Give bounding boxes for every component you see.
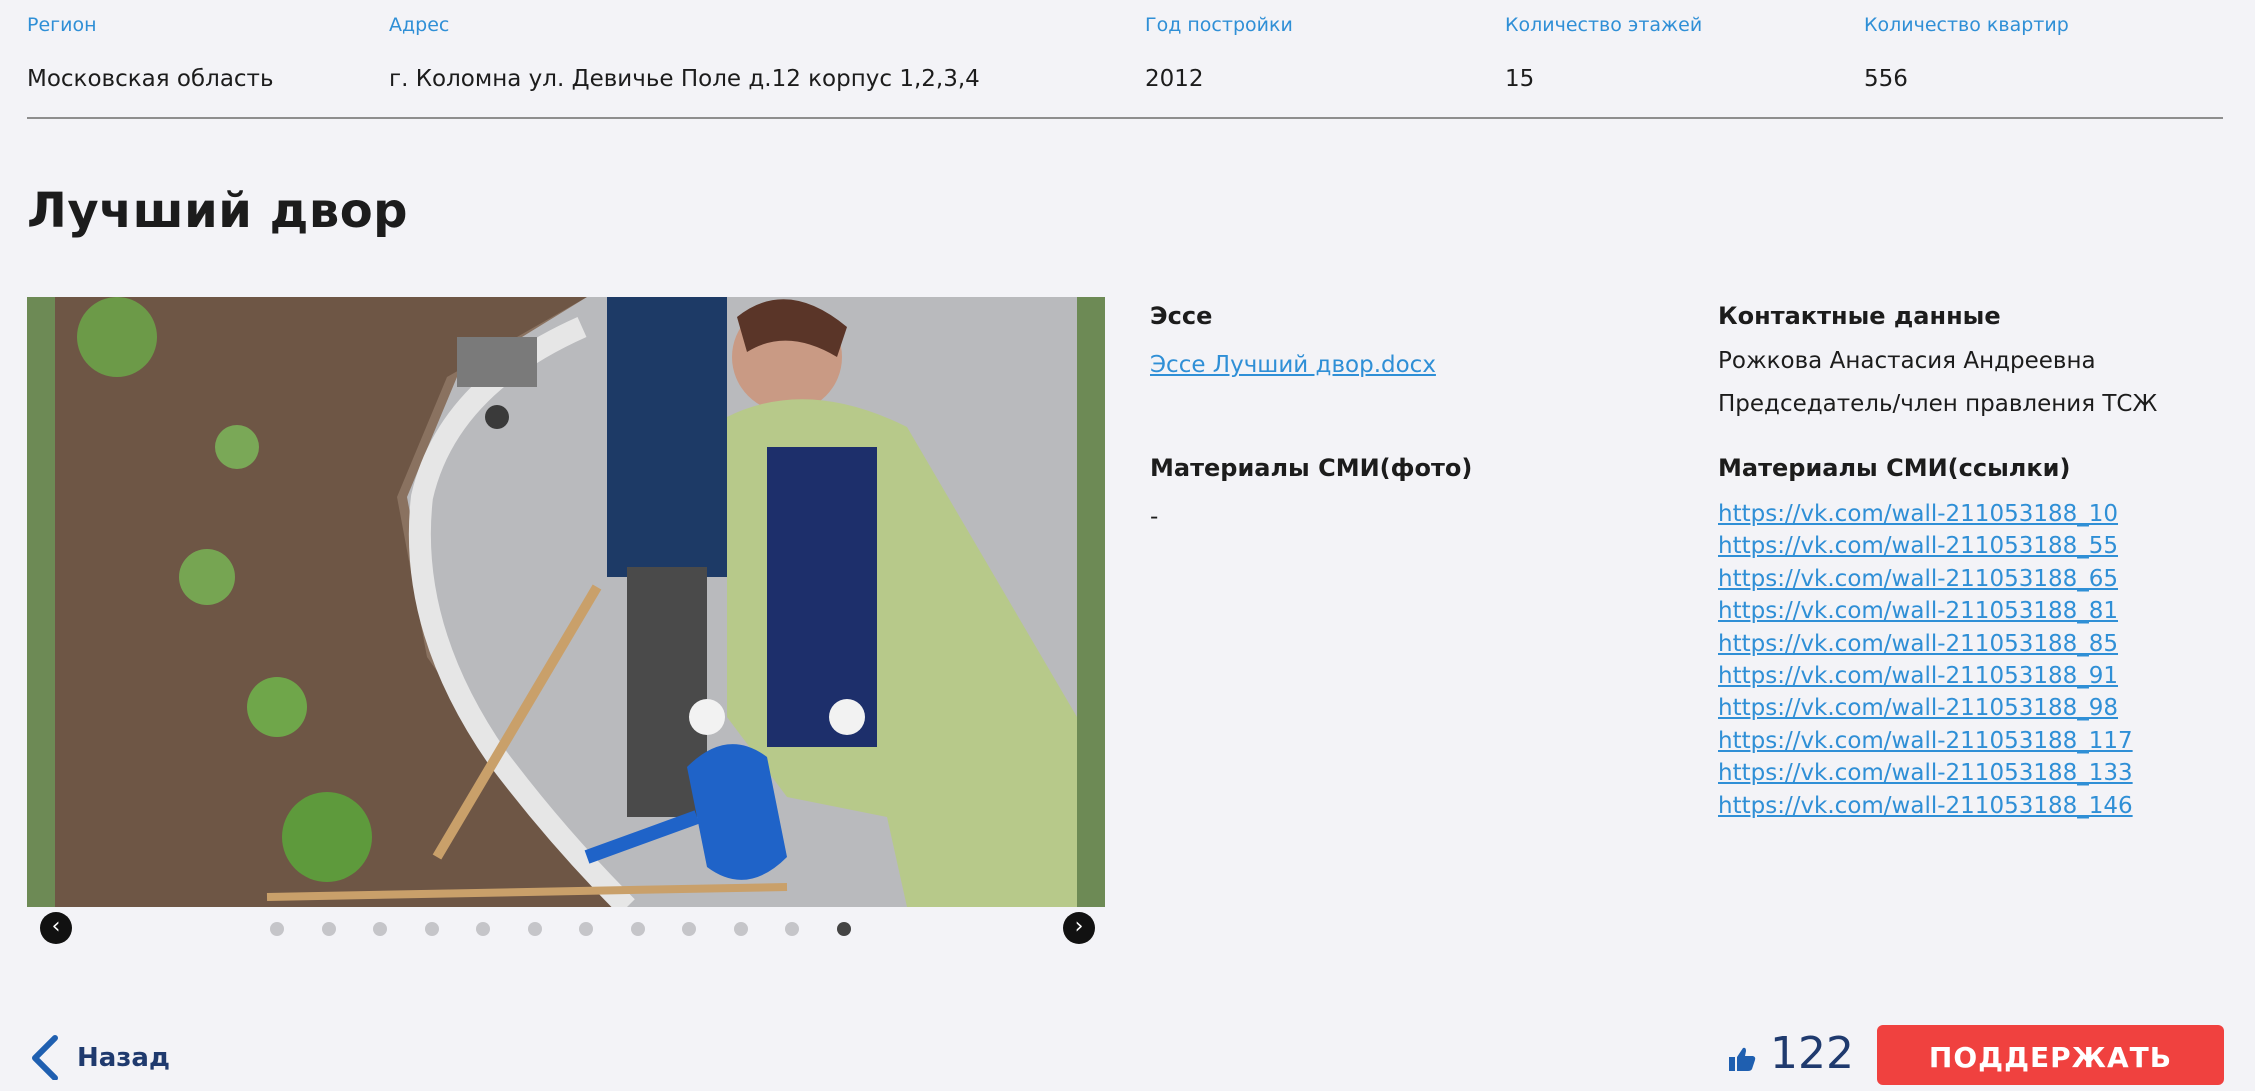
- media-link[interactable]: https://vk.com/wall-211053188_10: [1718, 498, 2133, 530]
- slider-dot[interactable]: [321, 922, 336, 936]
- slider-dot[interactable]: [836, 922, 851, 936]
- essay-document-link[interactable]: Эссе Лучший двор.docx: [1150, 352, 1436, 378]
- thumbs-up-icon: [1728, 1046, 1756, 1076]
- media-link[interactable]: https://vk.com/wall-211053188_85: [1718, 628, 2133, 660]
- slider-dot[interactable]: [630, 922, 645, 936]
- region-column: Регион Московская область: [27, 14, 274, 92]
- apartments-label: Количество квартир: [1864, 14, 2069, 36]
- apartments-value: 556: [1864, 66, 1908, 92]
- media-link[interactable]: https://vk.com/wall-211053188_91: [1718, 660, 2133, 692]
- slider-dot[interactable]: [733, 922, 748, 936]
- apartments-column: Количество квартир 556: [1864, 14, 2069, 92]
- floors-label: Количество этажей: [1505, 14, 1703, 36]
- address-label: Адрес: [389, 14, 450, 36]
- region-label: Регион: [27, 14, 97, 36]
- essay-block: Эссе Эссе Лучший двор.docx: [1150, 302, 1436, 378]
- likes-count: 122: [1770, 1028, 1854, 1079]
- contacts-block: Контактные данные Рожкова Анастасия Андр…: [1718, 302, 2157, 426]
- contacts-title: Контактные данные: [1718, 302, 2001, 330]
- media-link[interactable]: https://vk.com/wall-211053188_117: [1718, 725, 2133, 757]
- contact-name: Рожкова Анастасия Андреевна: [1718, 348, 2096, 374]
- chevron-left-icon[interactable]: ‹: [40, 912, 72, 944]
- floors-column: Количество этажей 15: [1505, 14, 1702, 92]
- page-title: Лучший двор: [27, 183, 409, 239]
- media-link[interactable]: https://vk.com/wall-211053188_133: [1718, 757, 2133, 789]
- slider-dot[interactable]: [527, 922, 542, 936]
- back-label: Назад: [77, 1043, 170, 1073]
- slider-photo: [27, 297, 1105, 907]
- address-column: Адрес г. Коломна ул. Девичье Поле д.12 к…: [389, 14, 980, 92]
- year-value: 2012: [1145, 66, 1204, 92]
- media-photo-block: Материалы СМИ(фото) -: [1150, 454, 1472, 530]
- photo-slider[interactable]: [27, 297, 1105, 907]
- media-link[interactable]: https://vk.com/wall-211053188_55: [1718, 530, 2133, 562]
- slider-dot[interactable]: [682, 922, 696, 936]
- address-value: г. Коломна ул. Девичье Поле д.12 корпус …: [389, 66, 980, 92]
- year-label: Год постройки: [1145, 14, 1293, 36]
- media-link[interactable]: https://vk.com/wall-211053188_81: [1718, 595, 2133, 627]
- slider-dot[interactable]: [270, 922, 284, 936]
- slider-dot[interactable]: [373, 922, 387, 936]
- slider-dot[interactable]: [579, 922, 593, 936]
- media-links-list: https://vk.com/wall-211053188_10 https:/…: [1718, 498, 2133, 822]
- slider-dot[interactable]: [424, 922, 439, 936]
- media-links-block: Материалы СМИ(ссылки) https://vk.com/wal…: [1718, 454, 2133, 822]
- support-button[interactable]: ПОДДЕРЖАТЬ: [1877, 1025, 2224, 1085]
- media-link[interactable]: https://vk.com/wall-211053188_65: [1718, 563, 2133, 595]
- media-link[interactable]: https://vk.com/wall-211053188_146: [1718, 790, 2133, 822]
- house-info-row: Регион Московская область Адрес г. Колом…: [0, 0, 2255, 100]
- year-column: Год постройки 2012: [1145, 14, 1293, 92]
- media-link[interactable]: https://vk.com/wall-211053188_98: [1718, 692, 2133, 724]
- chevron-right-icon[interactable]: ›: [1063, 912, 1095, 944]
- slider-dot[interactable]: [476, 922, 490, 936]
- chevron-left-icon: [27, 1035, 63, 1084]
- media-links-title: Материалы СМИ(ссылки): [1718, 454, 2071, 482]
- media-photo-title: Материалы СМИ(фото): [1150, 454, 1473, 482]
- slider-dot[interactable]: [785, 922, 799, 936]
- media-photo-empty-value: -: [1150, 504, 1159, 530]
- essay-title: Эссе: [1150, 302, 1213, 330]
- slider-controls: ‹ ›: [27, 912, 1105, 946]
- region-value: Московская область: [27, 66, 274, 92]
- header-divider: [27, 117, 2223, 119]
- contact-role: Председатель/член правления ТСЖ: [1718, 391, 2158, 417]
- floors-value: 15: [1505, 66, 1535, 92]
